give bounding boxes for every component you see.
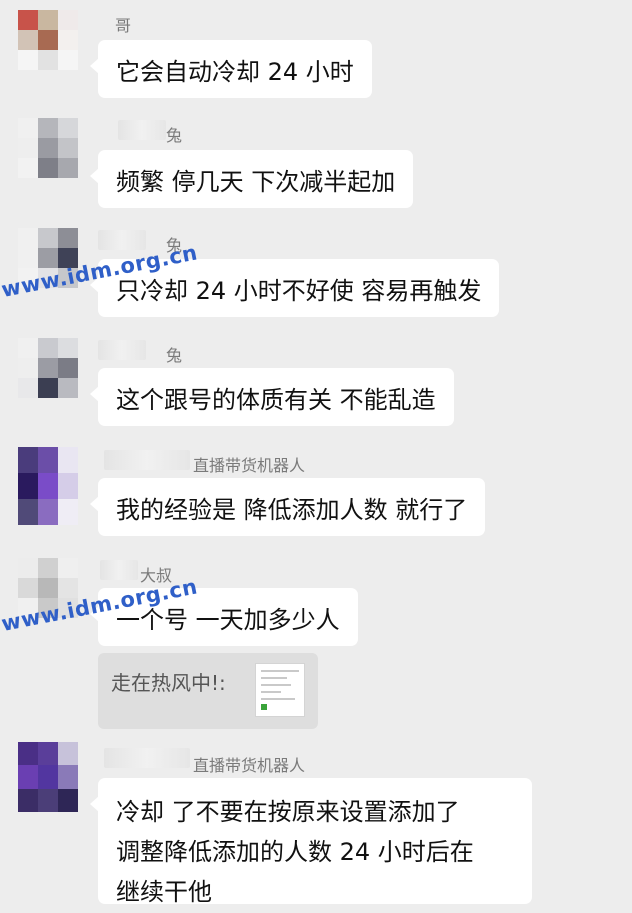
message-line: 调整降低添加的人数 24 小时后在 bbox=[116, 838, 474, 866]
message-bubble[interactable]: 冷却 了不要在按原来设置添加了 调整降低添加的人数 24 小时后在 继续干他 bbox=[90, 778, 532, 906]
chat-history: 哥 它会自动冷却 24 小时 兔 频繁 停几天 下次减半起加 兔 只冷却 24 … bbox=[0, 0, 632, 913]
blurred-name bbox=[104, 450, 190, 470]
message-bubble[interactable]: 频繁 停几天 下次减半起加 bbox=[89, 150, 414, 208]
avatar[interactable] bbox=[18, 338, 78, 398]
message-bubble[interactable]: 我的经验是 降低添加人数 就行了 bbox=[89, 478, 486, 536]
document-thumbnail[interactable] bbox=[255, 663, 305, 717]
quote-label: 走在热风中!: bbox=[111, 671, 226, 695]
message-bubble[interactable]: 这个跟号的体质有关 不能乱造 bbox=[90, 368, 454, 426]
quoted-message[interactable]: 走在热风中!: bbox=[98, 653, 318, 729]
blurred-name bbox=[104, 748, 190, 768]
blurred-name bbox=[98, 230, 146, 250]
avatar[interactable] bbox=[18, 742, 78, 812]
blurred-name bbox=[100, 560, 138, 580]
sender-name: 兔 bbox=[166, 126, 183, 145]
message-bubble[interactable]: 它会自动冷却 24 小时 bbox=[90, 40, 372, 98]
avatar[interactable] bbox=[18, 118, 78, 178]
avatar[interactable] bbox=[18, 447, 78, 525]
file-icon bbox=[261, 704, 267, 710]
message-line: 冷却 了不要在按原来设置添加了 bbox=[116, 798, 460, 826]
sender-name: 直播带货机器人 bbox=[193, 456, 306, 475]
message-line: 继续干他 bbox=[116, 878, 212, 906]
sender-name: 兔 bbox=[166, 346, 183, 365]
blurred-name bbox=[98, 340, 146, 360]
avatar[interactable] bbox=[18, 10, 78, 70]
sender-name: 哥 bbox=[115, 16, 132, 35]
sender-name: 直播带货机器人 bbox=[193, 756, 306, 775]
blurred-name bbox=[118, 120, 166, 140]
